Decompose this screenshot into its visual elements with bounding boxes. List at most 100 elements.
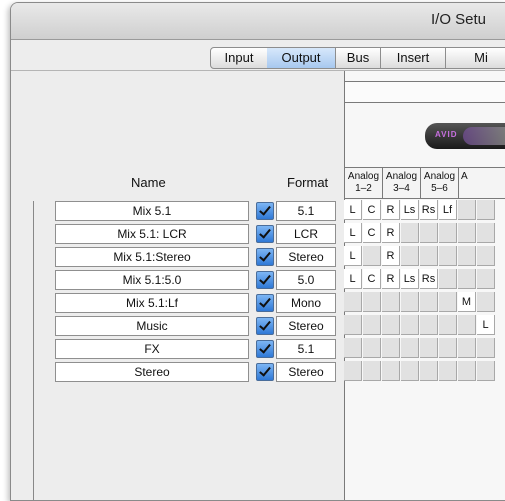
path-format-field[interactable]: Mono [276, 293, 336, 313]
channel-assignment-cell[interactable] [382, 338, 400, 358]
path-format-field[interactable]: LCR [276, 224, 336, 244]
channel-assignment-cell[interactable]: M [458, 292, 476, 312]
path-name-field[interactable]: Mix 5.1 [55, 201, 249, 221]
channel-assignment-cell[interactable] [477, 292, 495, 312]
channel-assignment-cell[interactable] [382, 292, 400, 312]
path-name-field[interactable]: Mix 5.1: LCR [55, 224, 249, 244]
channel-assignment-cell[interactable] [382, 315, 400, 335]
channel-assignment-cell[interactable]: L [477, 315, 495, 335]
output-path-row[interactable]: Stereo Stereo [11, 361, 505, 382]
output-path-row[interactable]: FX 5.1 [11, 338, 505, 359]
channel-assignment-cell[interactable] [363, 361, 381, 381]
path-active-checkbox[interactable] [256, 317, 274, 335]
channel-assignment-cell[interactable] [401, 246, 419, 266]
channel-assignment-cell[interactable] [420, 246, 438, 266]
path-format-field[interactable]: Stereo [276, 316, 336, 336]
tab-output[interactable]: Output [267, 47, 336, 69]
channel-assignment-cell[interactable]: Rs [420, 200, 438, 220]
path-active-checkbox[interactable] [256, 202, 274, 220]
channel-assignment-cell[interactable]: R [382, 200, 400, 220]
channel-assignment-cell[interactable] [458, 315, 476, 335]
channel-assignment-cell[interactable] [420, 315, 438, 335]
tab-insert[interactable]: Insert [381, 47, 446, 69]
channel-assignment-cell[interactable] [401, 361, 419, 381]
channel-assignment-cell[interactable] [401, 315, 419, 335]
channel-assignment-cell[interactable] [363, 315, 381, 335]
channel-assignment-cell[interactable] [401, 292, 419, 312]
channel-assignment-cell[interactable] [458, 223, 476, 243]
channel-assignment-cell[interactable] [477, 269, 495, 289]
channel-assignment-cell[interactable] [363, 292, 381, 312]
output-path-row[interactable]: Mix 5.1:Lf Mono M [11, 292, 505, 313]
channel-assignment-cell[interactable] [420, 361, 438, 381]
path-name-field[interactable]: Mix 5.1:Lf [55, 293, 249, 313]
channel-assignment-cell[interactable]: R [382, 223, 400, 243]
channel-assignment-cell[interactable]: R [382, 246, 400, 266]
channel-assignment-cell[interactable] [344, 338, 362, 358]
path-active-checkbox[interactable] [256, 340, 274, 358]
path-format-field[interactable]: 5.1 [276, 339, 336, 359]
channel-assignment-cell[interactable] [477, 200, 495, 220]
output-path-row[interactable]: Mix 5.1: LCR LCR L C R [11, 223, 505, 244]
tab-input[interactable]: Input [210, 47, 268, 69]
output-path-row[interactable]: Music Stereo L [11, 315, 505, 336]
channel-assignment-cell[interactable] [458, 200, 476, 220]
channel-assignment-cell[interactable] [382, 361, 400, 381]
channel-assignment-cell[interactable] [477, 223, 495, 243]
path-name-field[interactable]: FX [55, 339, 249, 359]
channel-assignment-cell[interactable]: L [344, 223, 362, 243]
channel-assignment-cell[interactable] [458, 269, 476, 289]
channel-assignment-cell[interactable] [439, 361, 457, 381]
path-active-checkbox[interactable] [256, 363, 274, 381]
channel-assignment-cell[interactable]: Rs [420, 269, 438, 289]
channel-assignment-cell[interactable]: L [344, 200, 362, 220]
channel-assignment-cell[interactable] [439, 246, 457, 266]
channel-assignment-cell[interactable] [477, 338, 495, 358]
channel-assignment-cell[interactable] [458, 338, 476, 358]
channel-assignment-cell[interactable] [344, 315, 362, 335]
channel-assignment-cell[interactable]: R [382, 269, 400, 289]
output-path-row[interactable]: Mix 5.1:5.0 5.0 L C R Ls Rs [11, 269, 505, 290]
channel-assignment-cell[interactable] [420, 338, 438, 358]
channel-assignment-cell[interactable] [439, 223, 457, 243]
channel-assignment-cell[interactable] [458, 361, 476, 381]
channel-assignment-cell[interactable]: C [363, 269, 381, 289]
channel-assignment-cell[interactable] [401, 338, 419, 358]
channel-assignment-cell[interactable] [458, 246, 476, 266]
path-format-field[interactable]: 5.1 [276, 201, 336, 221]
path-active-checkbox[interactable] [256, 271, 274, 289]
channel-assignment-cell[interactable]: Lf [439, 200, 457, 220]
channel-assignment-cell[interactable]: Ls [401, 269, 419, 289]
channel-assignment-cell[interactable]: Ls [401, 200, 419, 220]
channel-assignment-cell[interactable] [344, 292, 362, 312]
path-name-field[interactable]: Mix 5.1:Stereo [55, 247, 249, 267]
channel-assignment-cell[interactable] [420, 223, 438, 243]
channel-assignment-cell[interactable] [439, 269, 457, 289]
channel-assignment-cell[interactable]: C [363, 200, 381, 220]
channel-assignment-cell[interactable] [439, 315, 457, 335]
channel-assignment-cell[interactable] [344, 361, 362, 381]
path-active-checkbox[interactable] [256, 225, 274, 243]
output-path-row[interactable]: Mix 5.1:Stereo Stereo L R [11, 246, 505, 267]
path-name-field[interactable]: Stereo [55, 362, 249, 382]
path-format-field[interactable]: Stereo [276, 247, 336, 267]
path-active-checkbox[interactable] [256, 248, 274, 266]
path-format-field[interactable]: 5.0 [276, 270, 336, 290]
path-active-checkbox[interactable] [256, 294, 274, 312]
channel-assignment-cell[interactable]: L [344, 269, 362, 289]
channel-assignment-cell[interactable] [363, 246, 381, 266]
channel-assignment-cell[interactable] [477, 361, 495, 381]
path-name-field[interactable]: Mix 5.1:5.0 [55, 270, 249, 290]
channel-assignment-cell[interactable] [420, 292, 438, 312]
channel-assignment-cell[interactable] [439, 292, 457, 312]
tab-mic[interactable]: Mi [446, 47, 505, 69]
channel-assignment-cell[interactable]: C [363, 223, 381, 243]
channel-assignment-cell[interactable] [439, 338, 457, 358]
channel-assignment-cell[interactable] [401, 223, 419, 243]
output-path-row[interactable]: Mix 5.1 5.1 L C R Ls Rs Lf [11, 200, 505, 221]
path-format-field[interactable]: Stereo [276, 362, 336, 382]
channel-assignment-cell[interactable] [363, 338, 381, 358]
channel-assignment-cell[interactable] [477, 246, 495, 266]
title-bar[interactable]: I/O Setu [11, 3, 505, 40]
channel-assignment-cell[interactable]: L [344, 246, 362, 266]
